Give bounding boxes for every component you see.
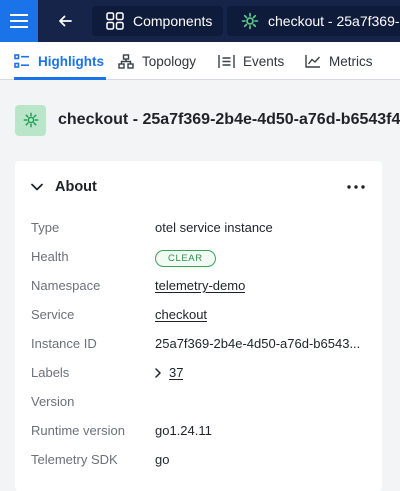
field-label: Service	[31, 307, 75, 322]
menu-button[interactable]	[0, 0, 38, 42]
field-label: Namespace	[31, 278, 101, 293]
field-version: Version	[15, 388, 382, 417]
field-service: Service checkout	[15, 301, 382, 330]
namespace-link[interactable]: telemetry-demo	[155, 278, 245, 293]
namespace-value: telemetry-demo	[155, 278, 245, 293]
field-namespace: Namespace telemetry-demo	[15, 272, 382, 301]
tab-label: Topology	[142, 53, 197, 69]
tab-topology[interactable]: Topology	[118, 42, 196, 80]
tab-events[interactable]: Events	[218, 42, 284, 80]
more-options-icon[interactable]	[344, 179, 368, 195]
breadcrumb-label: Components	[133, 13, 213, 29]
labels-toggle[interactable]: 37	[155, 365, 183, 380]
health-value: CLEAR	[155, 249, 216, 267]
breadcrumb-checkout[interactable]: checkout - 25a7f369-2b4e-4d50-a76d-b6543…	[227, 6, 400, 36]
field-runtime-version: Runtime version go1.24.11	[15, 417, 382, 446]
top-bar: Components checkout - 25a7f369-2b4e-4d50…	[0, 0, 400, 42]
field-label: Version	[31, 394, 75, 409]
field-value: go	[155, 452, 170, 467]
tab-bar: Highlights Topology Events Metrics	[0, 42, 400, 80]
chevron-right-icon	[155, 367, 161, 378]
field-label: Instance ID	[31, 336, 97, 351]
field-instance-id: Instance ID 25a7f369-2b4e-4d50-a76d-b654…	[15, 330, 382, 359]
page-title: checkout - 25a7f369-2b4e-4d50-a76d-b6543…	[58, 111, 400, 128]
highlights-icon	[14, 54, 30, 68]
service-icon	[15, 104, 46, 136]
field-label: Health	[31, 249, 69, 264]
tab-metrics[interactable]: Metrics	[305, 42, 373, 80]
status-badge: CLEAR	[155, 250, 216, 267]
about-title: About	[55, 179, 97, 195]
field-telemetry-sdk: Telemetry SDK go	[15, 446, 382, 475]
metrics-icon	[305, 54, 321, 68]
service-link[interactable]: checkout	[155, 307, 207, 322]
breadcrumb-components[interactable]: Components	[92, 6, 223, 36]
service-icon	[241, 12, 259, 30]
about-card-header[interactable]: About	[15, 161, 382, 213]
tab-label: Events	[243, 53, 285, 69]
service-value: checkout	[155, 307, 207, 322]
field-label: Labels	[31, 365, 70, 380]
field-label: Telemetry SDK	[31, 452, 118, 467]
field-label: Type	[31, 220, 60, 235]
field-value: 25a7f369-2b4e-4d50-a76d-b6543...	[155, 336, 361, 351]
about-card: About Type otel service instance Health …	[15, 161, 382, 491]
breadcrumb-label: checkout - 25a7f369-2b4e-4d50-a76d-b6543…	[268, 13, 400, 29]
hamburger-menu-icon	[10, 14, 28, 28]
field-value: go1.24.11	[155, 423, 212, 438]
tab-label: Highlights	[38, 53, 104, 69]
field-health: Health CLEAR	[15, 243, 382, 272]
labels-count-link[interactable]: 37	[169, 365, 183, 380]
events-icon	[218, 54, 235, 69]
arrow-left-icon	[58, 15, 72, 27]
entity-header: checkout - 25a7f369-2b4e-4d50-a76d-b6543…	[15, 104, 400, 136]
topology-icon	[118, 53, 134, 69]
back-button[interactable]	[46, 6, 84, 36]
tab-label: Metrics	[329, 53, 373, 69]
field-labels: Labels 37	[15, 359, 382, 388]
tab-highlights[interactable]: Highlights	[14, 42, 106, 80]
field-type: Type otel service instance	[15, 214, 382, 243]
chevron-down-icon[interactable]	[29, 179, 45, 195]
field-label: Runtime version	[31, 423, 125, 438]
field-value: otel service instance	[155, 220, 273, 235]
components-grid-icon	[106, 12, 124, 30]
